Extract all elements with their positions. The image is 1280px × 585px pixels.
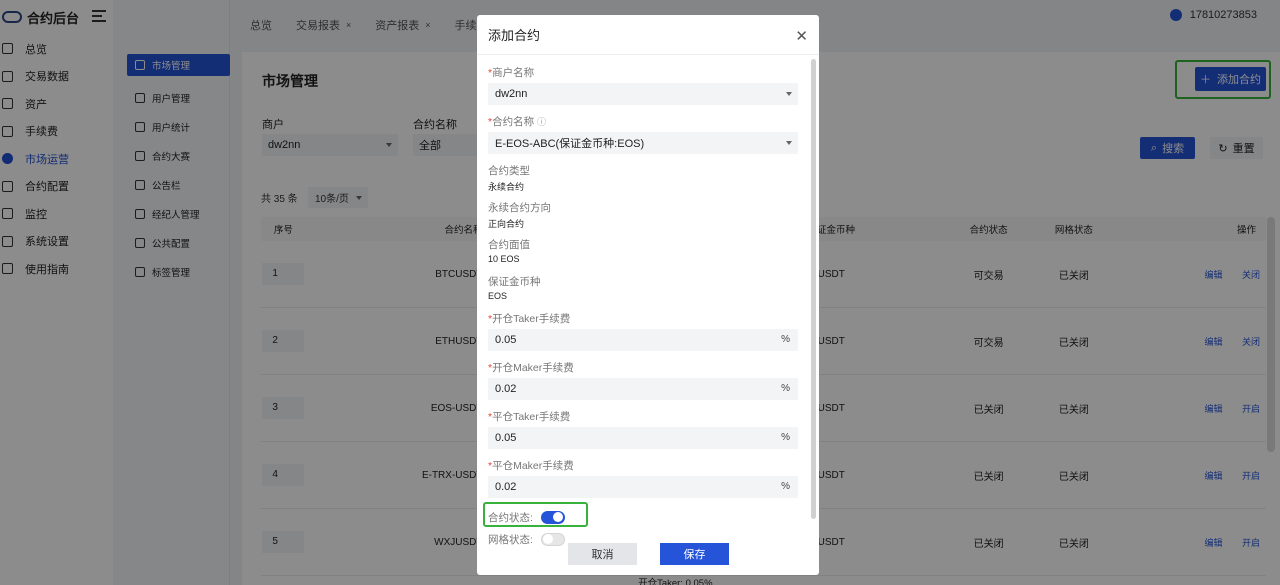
- contract-type-label: 合约类型: [488, 165, 530, 177]
- add-contract-dialog: 添加合约 ✕ *商户名称 dw2nn *合约名称 ⓘ E-EOS-ABC(保证金…: [477, 15, 819, 575]
- chevron-down-icon: [786, 141, 792, 145]
- contract-name-value: E-EOS-ABC(保证金币种:EOS): [495, 138, 645, 150]
- grid-status-toggle[interactable]: [540, 532, 565, 546]
- grid-status-row: 网格状态:: [488, 529, 798, 549]
- face-value-label: 合约面值: [488, 239, 530, 251]
- open-maker-fee-input[interactable]: 0.02 %: [488, 378, 798, 400]
- open-taker-fee-value: 0.05: [495, 334, 517, 346]
- direction-label: 永续合约方向: [488, 202, 551, 214]
- close-taker-fee-label: *平仓Taker手续费: [488, 411, 571, 423]
- close-icon[interactable]: ✕: [795, 27, 808, 45]
- margin-currency-label: 保证金币种: [488, 276, 541, 288]
- close-taker-fee-input[interactable]: 0.05 %: [488, 427, 798, 449]
- close-maker-fee-label: *平仓Maker手续费: [488, 460, 574, 472]
- dialog-form: *商户名称 dw2nn *合约名称 ⓘ E-EOS-ABC(保证金币种:EOS)…: [488, 65, 798, 549]
- save-button[interactable]: 保存: [660, 543, 729, 565]
- merchant-name-value: dw2nn: [495, 88, 528, 100]
- open-taker-fee-label: *开仓Taker手续费: [488, 313, 571, 325]
- close-maker-fee-value: 0.02: [495, 481, 517, 493]
- percent-unit: %: [781, 432, 790, 443]
- dialog-scrollbar[interactable]: [811, 59, 816, 519]
- open-maker-fee-label: *开仓Maker手续费: [488, 362, 574, 374]
- margin-currency-value: EOS: [488, 291, 508, 301]
- direction-value: 正向合约: [488, 219, 525, 229]
- help-icon: ⓘ: [537, 117, 547, 127]
- contract-name-select[interactable]: E-EOS-ABC(保证金币种:EOS): [488, 132, 798, 154]
- percent-unit: %: [781, 481, 790, 492]
- merchant-name-select[interactable]: dw2nn: [488, 83, 798, 105]
- contract-name-label: *合约名称 ⓘ: [488, 116, 547, 128]
- merchant-name-label: *商户名称: [488, 67, 535, 79]
- percent-unit: %: [781, 334, 790, 345]
- percent-unit: %: [781, 383, 790, 394]
- contract-type-value: 永续合约: [488, 182, 525, 192]
- close-taker-fee-value: 0.05: [495, 432, 517, 444]
- face-value-value: 10 EOS: [488, 254, 520, 264]
- highlight-grid-status: [483, 502, 588, 527]
- cancel-button[interactable]: 取消: [568, 543, 637, 565]
- chevron-down-icon: [786, 92, 792, 96]
- close-maker-fee-input[interactable]: 0.02 %: [488, 476, 798, 498]
- dialog-title: 添加合约: [477, 15, 819, 55]
- open-maker-fee-value: 0.02: [495, 383, 517, 395]
- grid-status-label: 网格状态:: [488, 533, 533, 546]
- open-taker-fee-input[interactable]: 0.05 %: [488, 329, 798, 351]
